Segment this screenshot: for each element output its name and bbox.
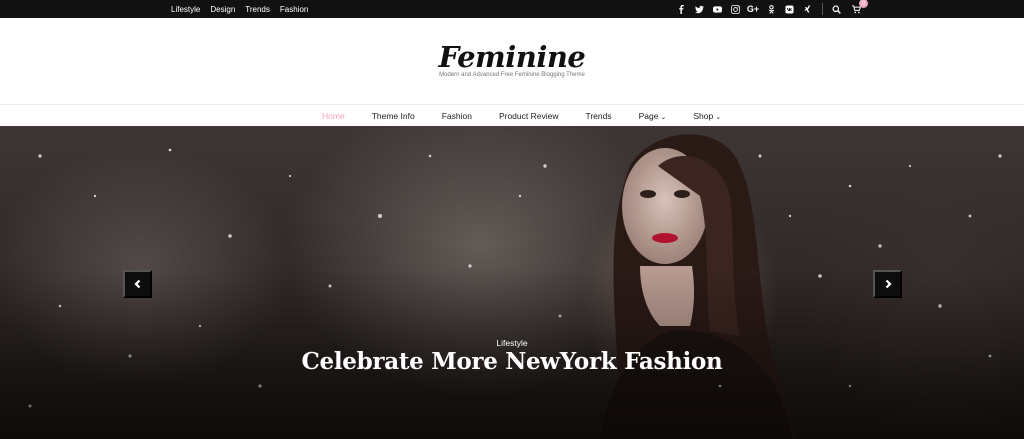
cart-count-badge: 0: [859, 0, 868, 8]
twitter-icon[interactable]: [690, 0, 708, 18]
nav-item-product-review[interactable]: Product Review: [499, 111, 559, 121]
site-header: Feminine Modern and Advanced Free Femini…: [0, 18, 1024, 105]
nav-item-label: Home: [322, 110, 345, 121]
nav-item-home[interactable]: Home: [322, 111, 345, 121]
chevron-down-icon: ⌄: [715, 113, 722, 121]
main-nav: Home Theme Info Fashion Product Review T…: [0, 105, 1024, 126]
slide-category[interactable]: Lifestyle: [0, 338, 1024, 348]
odnoklassniki-icon[interactable]: [762, 0, 780, 18]
xing-icon[interactable]: [798, 0, 816, 18]
instagram-icon[interactable]: [726, 0, 744, 18]
nav-item-label: Theme Info: [371, 110, 415, 121]
nav-item-label: Page: [638, 110, 659, 121]
top-nav-trends[interactable]: Trends: [245, 5, 270, 14]
social-links: G+ 0: [672, 0, 868, 18]
slider-next-button[interactable]: [873, 270, 902, 298]
chevron-down-icon: ⌄: [660, 113, 667, 121]
hero-slider: Lifestyle Celebrate More NewYork Fashion: [0, 126, 1024, 439]
site-tagline: Modern and Advanced Free Feminine Bloggi…: [439, 72, 585, 78]
top-nav-fashion[interactable]: Fashion: [280, 5, 308, 14]
google-plus-icon[interactable]: G+: [744, 0, 762, 18]
nav-item-label: Product Review: [498, 110, 559, 121]
top-bar: Lifestyle Design Trends Fashion G+ 0: [0, 0, 1024, 18]
facebook-icon[interactable]: [672, 0, 690, 18]
nav-item-shop[interactable]: Shop ⌄: [693, 111, 721, 121]
chevron-left-icon: [133, 279, 140, 289]
nav-item-theme-info[interactable]: Theme Info: [372, 111, 415, 121]
nav-item-label: Trends: [585, 110, 612, 121]
nav-item-label: Shop: [693, 110, 714, 121]
search-icon[interactable]: [829, 0, 843, 18]
vk-icon[interactable]: [780, 0, 798, 18]
top-nav-design[interactable]: Design: [210, 5, 235, 14]
cart-icon[interactable]: 0: [849, 0, 868, 18]
top-nav: Lifestyle Design Trends Fashion: [171, 0, 308, 18]
nav-item-fashion[interactable]: Fashion: [442, 111, 472, 121]
divider: [822, 3, 823, 15]
nav-item-trends[interactable]: Trends: [585, 111, 611, 121]
chevron-right-icon: [885, 279, 892, 289]
slider-prev-button[interactable]: [123, 270, 152, 298]
youtube-icon[interactable]: [708, 0, 726, 18]
slide-title[interactable]: Celebrate More NewYork Fashion: [0, 348, 1024, 375]
nav-item-page[interactable]: Page ⌄: [639, 111, 667, 121]
site-title[interactable]: Feminine: [0, 40, 1024, 74]
top-nav-lifestyle[interactable]: Lifestyle: [171, 5, 200, 14]
nav-item-label: Fashion: [441, 110, 472, 121]
header-tools: 0: [829, 0, 868, 18]
